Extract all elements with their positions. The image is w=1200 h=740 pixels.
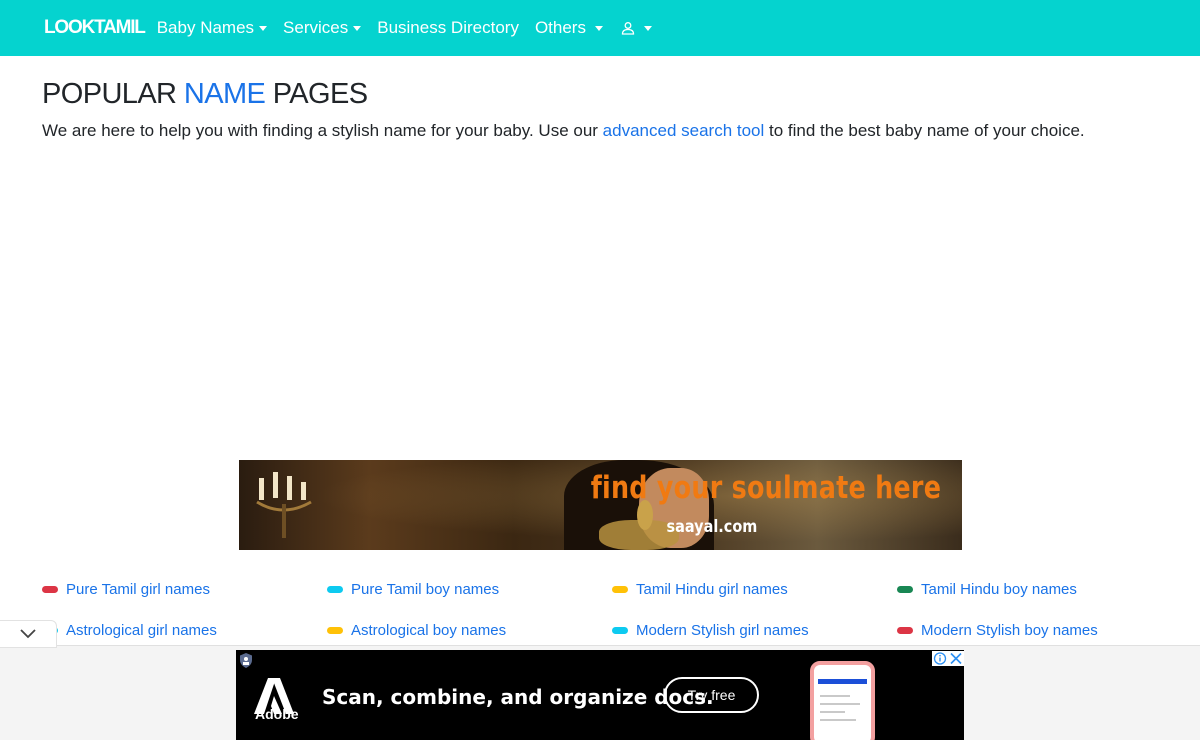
yellow-pill-icon (612, 586, 628, 593)
link-label: Pure Tamil boy names (351, 581, 500, 598)
page-title: POPULAR NAME PAGES (42, 78, 368, 111)
link-label: Astrological boy names (351, 622, 507, 639)
collapse-ad-button[interactable] (0, 620, 57, 648)
title-suffix: PAGES (265, 78, 368, 110)
intro-text: We are here to help you with finding a s… (42, 121, 1085, 141)
link-astrological-boy-names[interactable]: Astrological boy names (327, 622, 506, 639)
cyan-pill-icon (612, 627, 628, 634)
caret-down-icon (353, 25, 362, 31)
nav-others-label: Others (534, 18, 586, 37)
shield-icon (240, 653, 252, 668)
link-tamil-hindu-boy-names[interactable]: Tamil Hindu boy names (897, 581, 1077, 598)
phone-line (820, 703, 860, 705)
phone-line (820, 719, 856, 721)
link-modern-stylish-boy-names[interactable]: Modern Stylish boy names (897, 622, 1098, 639)
ad-headline: Scan, combine, and organize docs. (322, 685, 714, 709)
nav-business-directory[interactable]: Business Directory (377, 18, 519, 38)
link-label: Tamil Hindu girl names (636, 581, 788, 598)
link-label: Modern Stylish boy names (921, 622, 1098, 639)
user-icon (621, 22, 635, 35)
title-highlight: NAME (183, 78, 266, 110)
site-logo[interactable]: LOOKTAMIL (44, 17, 146, 39)
nav-baby-names[interactable]: Baby Names (156, 18, 268, 38)
red-pill-icon (897, 627, 913, 634)
link-tamil-hindu-girl-names[interactable]: Tamil Hindu girl names (612, 581, 788, 598)
phone-line (820, 711, 845, 713)
nav-business-directory-label: Business Directory (377, 18, 519, 37)
title-prefix: POPULAR (42, 78, 184, 110)
nav-services[interactable]: Services (283, 18, 362, 38)
intro-before: We are here to help you with finding a s… (42, 121, 603, 140)
link-pure-tamil-girl-names[interactable]: Pure Tamil girl names (42, 581, 210, 598)
link-modern-stylish-girl-names[interactable]: Modern Stylish girl names (612, 622, 809, 639)
phone-image (810, 661, 875, 740)
banner-site: saayal.com (666, 517, 758, 537)
nav-baby-names-label: Baby Names (156, 18, 255, 37)
link-pure-tamil-boy-names[interactable]: Pure Tamil boy names (327, 581, 499, 598)
soulmate-banner-ad[interactable]: find your soulmate here saayal.com (239, 460, 962, 550)
link-label: Tamil Hindu boy names (921, 581, 1077, 598)
caret-down-icon (643, 25, 652, 31)
link-astrological-girl-names[interactable]: Astrological girl names (42, 622, 217, 639)
yellow-pill-icon (327, 627, 343, 634)
adobe-brand-text: Adobe (255, 706, 299, 722)
candelabra-image (256, 472, 312, 538)
caret-down-icon (259, 25, 268, 31)
banner-tagline: find your soulmate here (590, 470, 942, 506)
nav-others[interactable]: Others (535, 18, 603, 38)
phone-line (820, 695, 850, 697)
caret-down-icon (594, 25, 603, 31)
intro-after: to find the best baby name of your choic… (764, 121, 1085, 140)
chevron-down-icon (20, 629, 36, 639)
try-free-button[interactable]: Try free (664, 677, 759, 713)
adobe-ad[interactable]: Adobe Scan, combine, and organize docs. … (236, 650, 964, 740)
nav-user-menu[interactable] (619, 21, 652, 35)
close-icon[interactable] (949, 652, 963, 665)
link-label: Pure Tamil girl names (66, 581, 210, 598)
top-navbar: LOOKTAMIL Baby Names Services Business D… (0, 0, 1200, 56)
advanced-search-link[interactable]: advanced search tool (603, 121, 765, 140)
nav-services-label: Services (283, 18, 349, 37)
link-label: Modern Stylish girl names (636, 622, 809, 639)
info-icon[interactable] (933, 652, 947, 665)
green-pill-icon (897, 586, 913, 593)
ad-choices[interactable] (932, 651, 964, 666)
phone-header-bar (818, 679, 867, 684)
cyan-pill-icon (327, 586, 343, 593)
link-label: Astrological girl names (66, 622, 217, 639)
red-pill-icon (42, 586, 58, 593)
